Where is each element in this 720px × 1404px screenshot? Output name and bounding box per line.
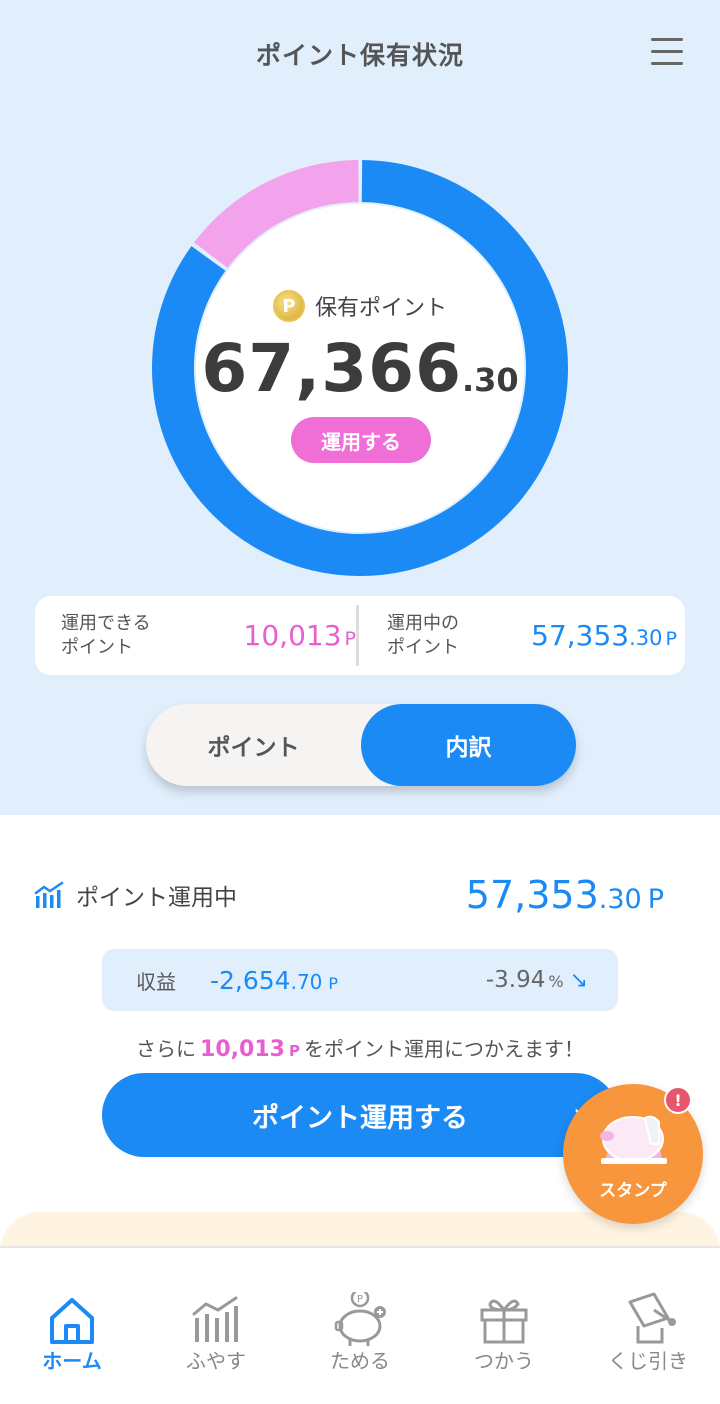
held-amount-dec: .30	[462, 361, 519, 399]
nav-label-save: ためる	[330, 1349, 390, 1373]
nav-label-grow: ふやす	[186, 1349, 246, 1373]
available-unit: P	[344, 628, 356, 650]
nav-item-lottery[interactable]: くじ引き	[576, 1248, 720, 1404]
invest-button[interactable]: 運用する	[291, 417, 431, 463]
note-prefix: さらに	[136, 1037, 197, 1061]
hamburger-menu-icon[interactable]	[651, 38, 683, 66]
view-toggle: ポイント 内訳	[146, 704, 576, 786]
held-points-label: 保有ポイント	[314, 296, 447, 321]
points-summary-card: 運用できる ポイント 10,013 P 運用中の ポイント 57,353.30 P	[35, 596, 685, 675]
nav-label-use: つかう	[474, 1349, 534, 1373]
point-coin-icon: P	[272, 290, 305, 322]
investment-total-dec: .30	[598, 884, 642, 915]
available-value: 10,013	[243, 619, 342, 652]
nav-label-lottery: くじ引き	[608, 1349, 688, 1373]
profit-percent: -3.94% ↘	[486, 967, 588, 993]
available-label-line1: 運用できる	[61, 612, 151, 634]
held-amount-int: 67,366	[201, 330, 462, 407]
available-points-label: 運用できる ポイント	[61, 612, 191, 660]
tab-points[interactable]: ポイント	[146, 704, 361, 786]
profit-value: -2,654.70 P	[210, 966, 338, 995]
held-points-amount: 67,366.30	[0, 330, 720, 407]
invested-points-label: 運用中の ポイント	[387, 612, 517, 660]
held-points-label-row: P 保有ポイント	[0, 290, 720, 322]
summary-divider	[356, 605, 359, 666]
home-icon	[50, 1298, 94, 1344]
stamp-notification-badge: !	[664, 1086, 692, 1114]
available-label-line2: ポイント	[61, 636, 133, 658]
svg-text:P: P	[357, 1294, 363, 1305]
profit-pct-unit: %	[548, 972, 564, 991]
nav-label-home: ホーム	[42, 1349, 102, 1373]
available-points-value: 10,013 P	[244, 619, 356, 652]
investment-total: 57,353.30 P	[466, 873, 664, 917]
start-investing-button[interactable]: ポイント運用する ›	[102, 1073, 618, 1157]
investment-total-unit: P	[647, 884, 664, 915]
invested-unit: P	[665, 628, 677, 650]
investment-total-int: 57,353	[465, 873, 599, 917]
invested-label-line2: ポイント	[387, 636, 459, 658]
profit-int: -2,654	[210, 965, 291, 995]
profit-box: 収益 -2,654.70 P -3.94% ↘	[102, 949, 618, 1011]
note-unit: P	[288, 1042, 300, 1060]
page-title: ポイント保有状況	[255, 41, 464, 70]
available-note: さらに 10,013 P をポイント運用につかえます！	[0, 1033, 720, 1062]
profit-unit: P	[328, 973, 339, 993]
nav-item-use[interactable]: つかう	[432, 1248, 576, 1404]
nav-item-save[interactable]: P ためる	[288, 1248, 432, 1404]
lottery-machine-icon	[628, 1292, 676, 1344]
note-amount-group: 10,013 P	[200, 1037, 300, 1062]
piggy-bank-icon: P	[334, 1292, 386, 1346]
invested-label-line1: 運用中の	[387, 612, 459, 634]
note-amount: 10,013	[200, 1037, 285, 1062]
bottom-navigation: ホーム ふやす P ためる つかう くじ引き	[0, 1246, 720, 1404]
invested-points-value: 57,353.30 P	[531, 619, 677, 652]
chart-bars-icon	[34, 881, 64, 908]
investment-header: ポイント運用中 57,353.30 P	[34, 870, 664, 920]
profit-label: 収益	[136, 969, 176, 994]
investment-title: ポイント運用中	[76, 885, 237, 911]
arrow-down-right-icon: ↘	[569, 968, 588, 993]
tab-breakdown[interactable]: 内訳	[361, 704, 576, 786]
cta-label: ポイント運用する	[252, 1102, 468, 1134]
nav-item-grow[interactable]: ふやす	[144, 1248, 288, 1404]
note-suffix: をポイント運用につかえます！	[303, 1037, 584, 1061]
stamp-label: スタンプ	[599, 1181, 667, 1201]
grow-chart-icon	[192, 1296, 238, 1342]
profit-dec: .70	[290, 969, 323, 994]
available-points: 運用できる ポイント 10,013 P	[61, 596, 356, 675]
invested-points: 運用中の ポイント 57,353.30 P	[387, 596, 677, 675]
invested-value: 57,353	[531, 619, 630, 652]
profit-pct-value: -3.94	[485, 967, 546, 993]
invested-dec: .30	[629, 626, 663, 650]
nav-item-home[interactable]: ホーム	[0, 1248, 144, 1404]
gift-icon	[480, 1299, 528, 1344]
